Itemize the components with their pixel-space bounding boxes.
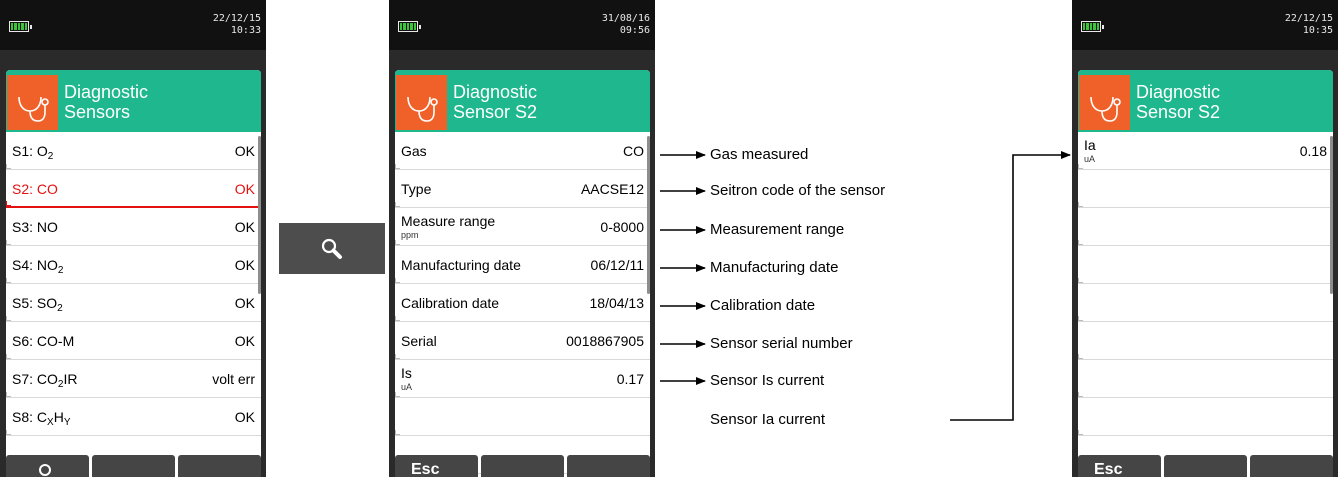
annotation-gas: Gas measured	[710, 146, 809, 163]
annotation-range: Measurement range	[710, 221, 845, 238]
annotation-arrows	[660, 151, 1071, 421]
annotation-serial: Sensor serial number	[710, 335, 853, 352]
arrow-ia	[950, 151, 1071, 421]
annotation-ia: Sensor Ia current	[710, 411, 826, 428]
annotation-mfg-date: Manufacturing date	[710, 259, 839, 276]
annotation-is: Sensor Is current	[710, 372, 825, 389]
annotation-cal-date: Calibration date	[710, 297, 816, 314]
annotation-type: Seitron code of the sensor	[710, 182, 886, 199]
